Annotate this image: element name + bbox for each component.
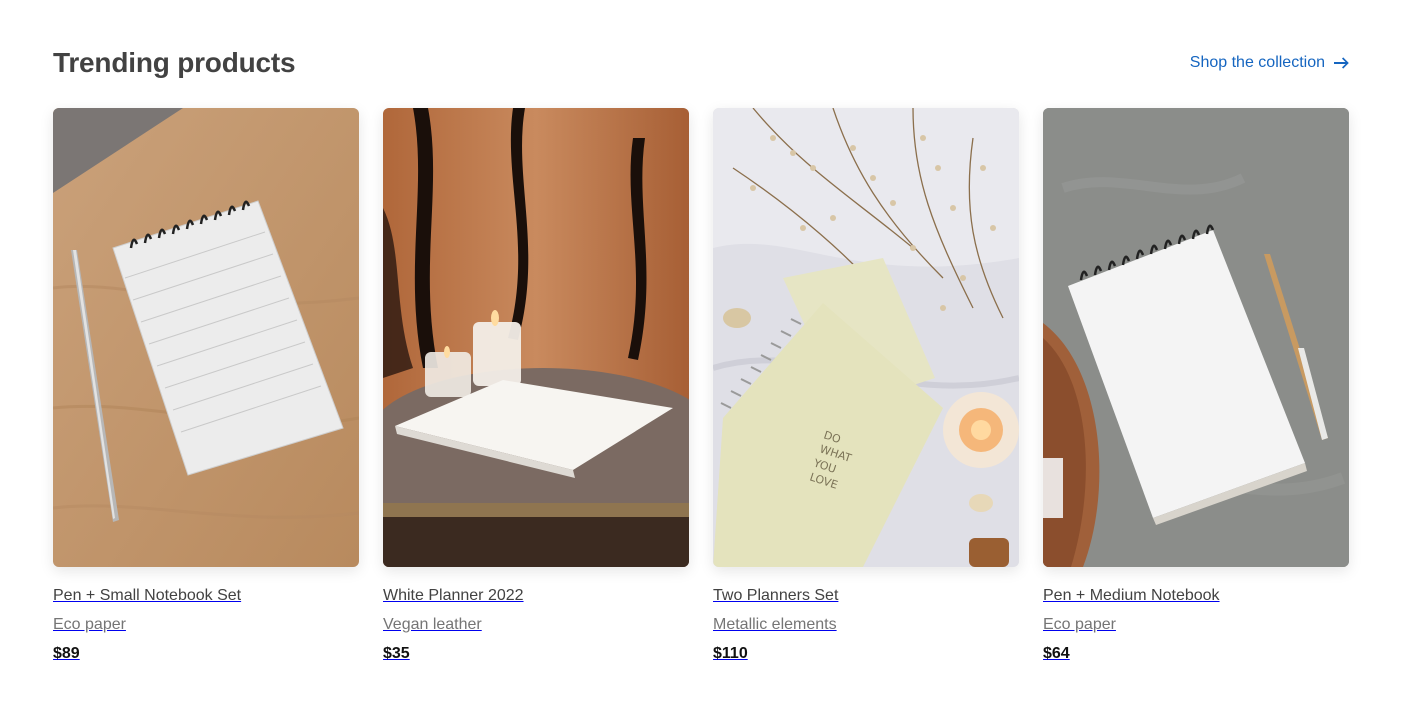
product-material: Metallic elements (713, 616, 837, 633)
product-image[interactable] (1043, 108, 1349, 567)
product-name: Two Planners Set (713, 587, 839, 604)
product-image[interactable] (383, 108, 689, 567)
section-header: Trending products Shop the collection (53, 40, 1349, 86)
arrow-right-icon (1334, 57, 1349, 69)
trending-products-section: Trending products Shop the collection Pe… (53, 40, 1349, 662)
product-card[interactable]: DO WHAT YOU LOVE Two Planners Set Metall… (713, 108, 1019, 664)
product-material: Vegan leather (383, 616, 482, 633)
product-grid: Pen + Small Notebook Set Eco paper $89 W… (53, 108, 1349, 664)
product-card[interactable]: White Planner 2022 Vegan leather $35 (383, 108, 689, 664)
product-price: $89 (53, 645, 80, 662)
product-material: Eco paper (53, 616, 126, 633)
section-title: Trending products (53, 47, 296, 78)
shop-collection-label: Shop the collection (1189, 54, 1325, 71)
product-name: Pen + Medium Notebook (1043, 587, 1220, 604)
product-name: Pen + Small Notebook Set (53, 587, 242, 604)
product-price: $35 (383, 645, 410, 662)
shop-collection-link[interactable]: Shop the collection (1190, 54, 1349, 72)
product-card[interactable]: Pen + Medium Notebook Eco paper $64 (1043, 108, 1349, 664)
product-image[interactable]: DO WHAT YOU LOVE (713, 108, 1019, 567)
product-card[interactable]: Pen + Small Notebook Set Eco paper $89 (53, 108, 359, 664)
product-name: White Planner 2022 (383, 587, 524, 604)
product-price: $110 (713, 645, 748, 662)
product-price: $64 (1043, 645, 1070, 662)
product-material: Eco paper (1043, 616, 1116, 633)
product-image[interactable] (53, 108, 359, 567)
